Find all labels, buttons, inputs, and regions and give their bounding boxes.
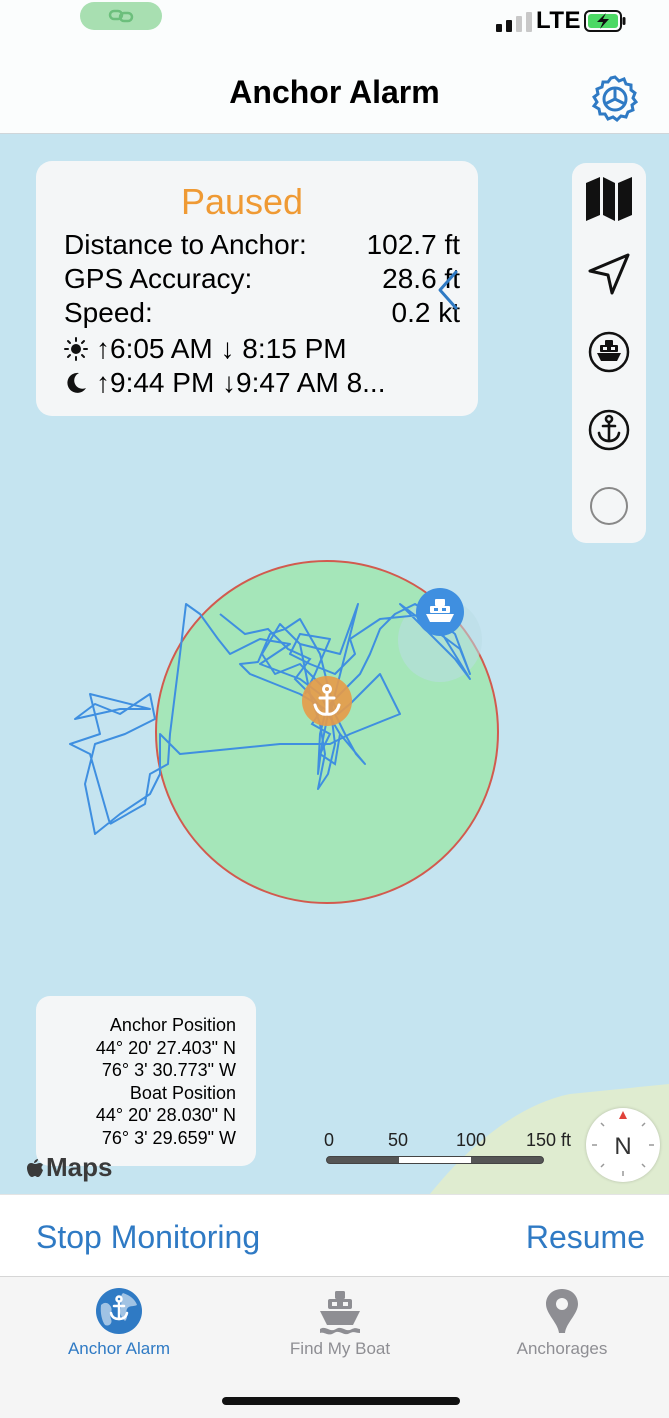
center-on-location-button[interactable] (582, 247, 636, 301)
compass-button[interactable]: N (586, 1108, 660, 1182)
chevron-left-icon (438, 270, 458, 310)
map-icon (586, 177, 632, 221)
circle-icon (590, 487, 628, 525)
scale-bar (326, 1156, 544, 1164)
tab-anchor-alarm[interactable]: Anchor Alarm (19, 1277, 219, 1367)
scale-label-150: 150 ft (526, 1130, 572, 1150)
apple-logo-icon (27, 1158, 43, 1177)
settings-button[interactable] (590, 74, 640, 124)
distance-label: Distance to Anchor: (64, 229, 307, 260)
status-bar: LTE (0, 0, 669, 50)
action-bar: Stop Monitoring Resume (0, 1194, 669, 1276)
navigation-bar: Anchor Alarm (0, 50, 669, 134)
tab-find-my-boat[interactable]: Find My Boat (240, 1277, 440, 1367)
map-scale: 0 50 100 150 ft (324, 1130, 586, 1170)
tab-bar: Anchor Alarm Find My Boat Anchorages (0, 1276, 669, 1418)
anchor-longitude: 76° 3' 30.773" W (101, 1060, 236, 1080)
sun-times: ↑6:05 AM ↓ 8:15 PM (96, 333, 347, 364)
monitoring-status: Paused (180, 181, 304, 222)
coordinates-card: Anchor Position 44° 20' 27.403" N 76° 3'… (36, 996, 256, 1166)
tab-anchorages[interactable]: Anchorages (462, 1277, 662, 1367)
boat-latitude: 44° 20' 28.030" N (95, 1105, 236, 1125)
anchor-marker (302, 676, 352, 726)
sun-times-row: ↑6:05 AM ↓ 8:15 PM (64, 333, 347, 365)
network-type: LTE (536, 7, 582, 34)
home-indicator[interactable] (222, 1397, 460, 1405)
boat-icon (320, 1291, 360, 1335)
maps-attribution[interactable]: Maps (26, 1152, 112, 1183)
scale-label-0: 0 (324, 1130, 335, 1150)
link-icon[interactable] (80, 2, 162, 30)
anchor-icon (588, 409, 630, 451)
moon-times: ↑9:44 PM ↓9:47 AM 8... (96, 367, 386, 398)
collapse-info-button[interactable] (432, 266, 464, 314)
compass-north: N (614, 1133, 631, 1160)
tab-label-find-my-boat: Find My Boat (289, 1339, 391, 1358)
gps-accuracy-label: GPS Accuracy: (64, 263, 253, 294)
center-on-anchor-button[interactable] (582, 403, 636, 457)
page-title: Anchor Alarm (229, 74, 440, 110)
tab-label-anchorages: Anchorages (516, 1339, 608, 1358)
toggle-track-button[interactable] (582, 479, 636, 533)
maps-label: Maps (46, 1152, 113, 1182)
center-on-boat-button[interactable] (582, 325, 636, 379)
stop-monitoring-button[interactable]: Stop Monitoring (36, 1219, 260, 1256)
sun-icon (64, 337, 88, 361)
battery-charging-icon (584, 10, 626, 32)
boat-marker (416, 588, 464, 636)
boat-position-label: Boat Position (129, 1082, 236, 1103)
scale-label-100: 100 (456, 1130, 487, 1150)
gear-steering-wheel-icon (591, 75, 639, 122)
map-view[interactable]: Paused Distance to Anchor: 102.7 ft GPS … (0, 134, 669, 1194)
boat-longitude: 76° 3' 29.659" W (101, 1127, 236, 1148)
location-arrow-icon (588, 253, 630, 295)
map-type-button[interactable] (582, 171, 636, 225)
resume-button[interactable]: Resume (526, 1219, 645, 1256)
anchor-latitude: 44° 20' 27.403" N (95, 1037, 236, 1058)
distance-value: 102.7 ft (366, 229, 460, 260)
globe-anchor-icon (96, 1288, 142, 1334)
map-controls-panel (572, 163, 646, 543)
scale-label-50: 50 (388, 1130, 409, 1150)
map-pin-icon (546, 1289, 578, 1333)
tab-label-anchor-alarm: Anchor Alarm (67, 1339, 171, 1358)
moon-icon (67, 372, 86, 393)
moon-times-row: ↑9:44 PM ↓9:47 AM 8... (64, 367, 385, 399)
boat-icon (588, 331, 630, 373)
status-info-card: Paused Distance to Anchor: 102.7 ft GPS … (36, 161, 478, 416)
compass-icon: N (592, 1111, 654, 1176)
anchor-position-label: Anchor Position (109, 1015, 236, 1035)
speed-label: Speed: (64, 297, 153, 328)
signal-bars-icon (496, 12, 532, 32)
